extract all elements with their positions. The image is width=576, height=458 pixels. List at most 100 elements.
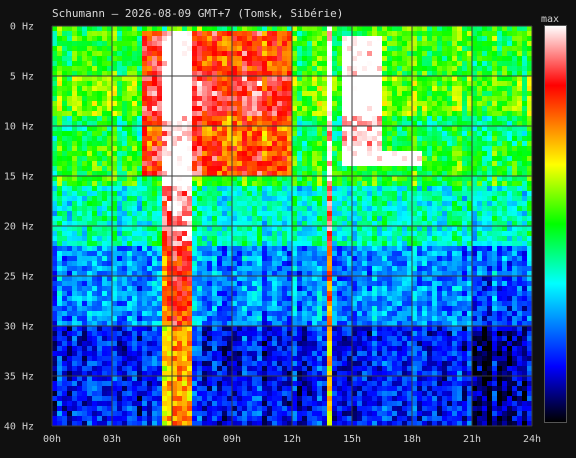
heatmap-cell [157, 61, 163, 67]
heatmap-cell [332, 46, 338, 52]
heatmap-cell [187, 56, 193, 62]
heatmap-cell [77, 281, 83, 287]
heatmap-cell [282, 86, 288, 92]
heatmap-cell [152, 246, 158, 252]
heatmap-cell [512, 131, 518, 137]
heatmap-cell [102, 56, 108, 62]
heatmap-cell [392, 251, 398, 257]
heatmap-cell [332, 211, 338, 217]
heatmap-cell [172, 26, 178, 32]
heatmap-cell [147, 266, 153, 272]
heatmap-cell [242, 201, 248, 207]
heatmap-cell [242, 131, 248, 137]
heatmap-cell [232, 26, 238, 32]
heatmap-cell [357, 61, 363, 67]
heatmap-cell [157, 86, 163, 92]
heatmap-cell [247, 46, 253, 52]
heatmap-cell [362, 231, 368, 237]
heatmap-cell [482, 266, 488, 272]
heatmap-cell [187, 176, 193, 182]
heatmap-cell [472, 81, 478, 87]
heatmap-cell [292, 276, 298, 282]
heatmap-cell [207, 26, 213, 32]
heatmap-cell [92, 111, 98, 117]
heatmap-cell [332, 206, 338, 212]
heatmap-cell [187, 86, 193, 92]
heatmap-cell [202, 196, 208, 202]
heatmap-cell [162, 166, 168, 172]
heatmap-cell [142, 201, 148, 207]
heatmap-cell [397, 261, 403, 267]
heatmap-cell [492, 86, 498, 92]
heatmap-cell [262, 266, 268, 272]
heatmap-cell [437, 211, 443, 217]
heatmap-cell [147, 46, 153, 52]
heatmap-cell [127, 156, 133, 162]
heatmap-cell [247, 56, 253, 62]
heatmap-cell [522, 246, 528, 252]
heatmap-cell [182, 66, 188, 72]
heatmap-cell [212, 151, 218, 157]
heatmap-cell [112, 61, 118, 67]
heatmap-cell [277, 66, 283, 72]
heatmap-cell [57, 91, 63, 97]
heatmap-cell [422, 46, 428, 52]
heatmap-cell [87, 201, 93, 207]
heatmap-cell [112, 101, 118, 107]
heatmap-cell [417, 86, 423, 92]
heatmap-cell [412, 61, 418, 67]
heatmap-cell [137, 146, 143, 152]
heatmap-cell [502, 251, 508, 257]
heatmap-cell [422, 191, 428, 197]
heatmap-cell [222, 261, 228, 267]
heatmap-cell [222, 201, 228, 207]
heatmap-cell [112, 251, 118, 257]
heatmap-cell [397, 46, 403, 52]
heatmap-cell [192, 116, 198, 122]
heatmap-cell [352, 56, 358, 62]
heatmap-cell [497, 31, 503, 37]
heatmap-cell [457, 126, 463, 132]
heatmap-cell [87, 186, 93, 192]
heatmap-cell [332, 191, 338, 197]
heatmap-cell [97, 166, 103, 172]
heatmap-cell [352, 66, 358, 72]
heatmap-cell [512, 261, 518, 267]
heatmap-cell [507, 76, 513, 82]
heatmap-cell [367, 56, 373, 62]
heatmap-cell [117, 231, 123, 237]
heatmap-cell [132, 176, 138, 182]
heatmap-cell [367, 216, 373, 222]
heatmap-cell [212, 231, 218, 237]
heatmap-cell [372, 46, 378, 52]
heatmap-cell [157, 81, 163, 87]
heatmap-cell [157, 186, 163, 192]
heatmap-cell [447, 146, 453, 152]
heatmap-cell [62, 166, 68, 172]
heatmap-cell [392, 26, 398, 32]
heatmap-cell [422, 96, 428, 102]
heatmap-cell [487, 141, 493, 147]
heatmap-cell [427, 111, 433, 117]
heatmap-cell [92, 86, 98, 92]
heatmap-cell [122, 281, 128, 287]
heatmap-cell [232, 176, 238, 182]
heatmap-cell [362, 46, 368, 52]
heatmap-cell [322, 91, 328, 97]
heatmap-cell [267, 206, 273, 212]
heatmap-cell [277, 56, 283, 62]
heatmap-cell [397, 26, 403, 32]
heatmap-cell [72, 76, 78, 82]
heatmap-cell [437, 216, 443, 222]
heatmap-cell [462, 96, 468, 102]
heatmap-cell [162, 66, 168, 72]
heatmap-cell [197, 41, 203, 47]
heatmap-cell [397, 61, 403, 67]
heatmap-cell [152, 61, 158, 67]
heatmap-cell [452, 106, 458, 112]
heatmap-cell [97, 81, 103, 87]
heatmap-cell [427, 126, 433, 132]
heatmap-cell [482, 176, 488, 182]
heatmap-cell [52, 236, 58, 242]
heatmap-cell [502, 196, 508, 202]
